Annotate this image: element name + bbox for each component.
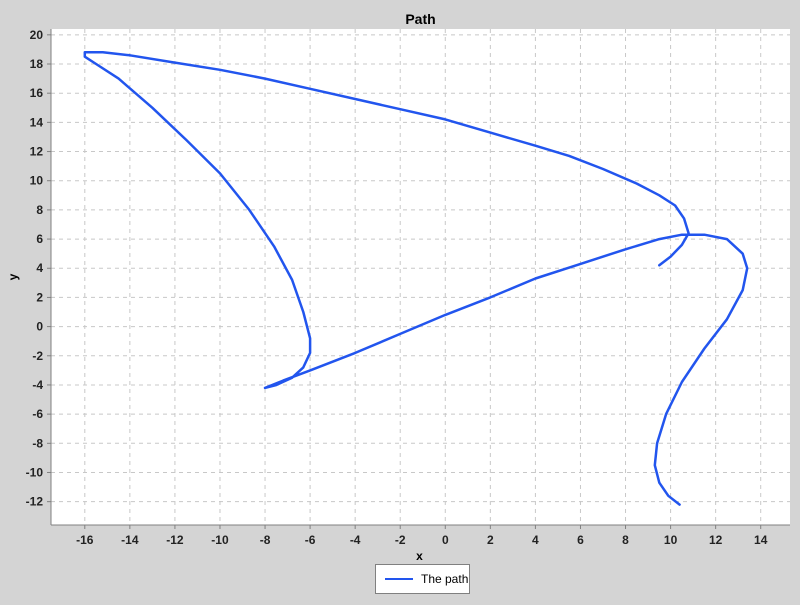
y-axis-label: y bbox=[6, 273, 20, 280]
x-tick-label: -4 bbox=[350, 533, 361, 547]
y-tick-label: 6 bbox=[36, 232, 43, 246]
y-tick-label: 10 bbox=[30, 174, 44, 188]
y-tick-label: -8 bbox=[32, 436, 43, 450]
x-tick-label: -8 bbox=[260, 533, 271, 547]
legend-swatch-the-path bbox=[385, 578, 413, 580]
x-axis-label: x bbox=[416, 549, 423, 563]
y-tick-label: 12 bbox=[30, 145, 44, 159]
y-tick-label: -10 bbox=[26, 465, 44, 479]
x-tick-label: 2 bbox=[487, 533, 494, 547]
x-tick-label: -2 bbox=[395, 533, 406, 547]
x-tick-label: 6 bbox=[577, 533, 584, 547]
y-tick-label: 16 bbox=[30, 86, 44, 100]
x-tick-label: -14 bbox=[121, 533, 139, 547]
y-tick-label: 0 bbox=[36, 320, 43, 334]
x-tick-label: 14 bbox=[754, 533, 768, 547]
x-tick-label: -6 bbox=[305, 533, 316, 547]
y-tick-label: 2 bbox=[36, 290, 43, 304]
x-tick-label: 8 bbox=[622, 533, 629, 547]
x-tick-label: 12 bbox=[709, 533, 723, 547]
chart-svg: -16 -14 -12 -10 -8 -6 -4 -2 0 2 4 6 8 10 12 14 -12 -10 -8 -… bbox=[6, 11, 790, 563]
y-tick-label: -6 bbox=[32, 407, 43, 421]
y-tick-label: 4 bbox=[36, 261, 43, 275]
y-tick-label: -12 bbox=[26, 495, 44, 509]
y-tick-label: 14 bbox=[30, 115, 44, 129]
y-tick-label: 20 bbox=[30, 28, 44, 42]
y-tick-label: -4 bbox=[32, 378, 43, 392]
legend: The path bbox=[375, 564, 470, 594]
x-tick-label: -12 bbox=[166, 533, 184, 547]
y-tick-label: 18 bbox=[30, 57, 44, 71]
plot-area bbox=[51, 29, 790, 525]
chart-title: Path bbox=[405, 11, 435, 27]
x-tick-label: 4 bbox=[532, 533, 539, 547]
legend-label: The path bbox=[421, 572, 469, 586]
x-tick-label: 10 bbox=[664, 533, 678, 547]
x-tick-label: 0 bbox=[442, 533, 449, 547]
x-tick-label: -10 bbox=[211, 533, 229, 547]
x-tick-label: -16 bbox=[76, 533, 94, 547]
chart: -16 -14 -12 -10 -8 -6 -4 -2 0 2 4 6 8 10 12 14 -12 -10 -8 -… bbox=[0, 0, 800, 600]
y-tick-label: -2 bbox=[32, 349, 43, 363]
y-tick-label: 8 bbox=[36, 203, 43, 217]
